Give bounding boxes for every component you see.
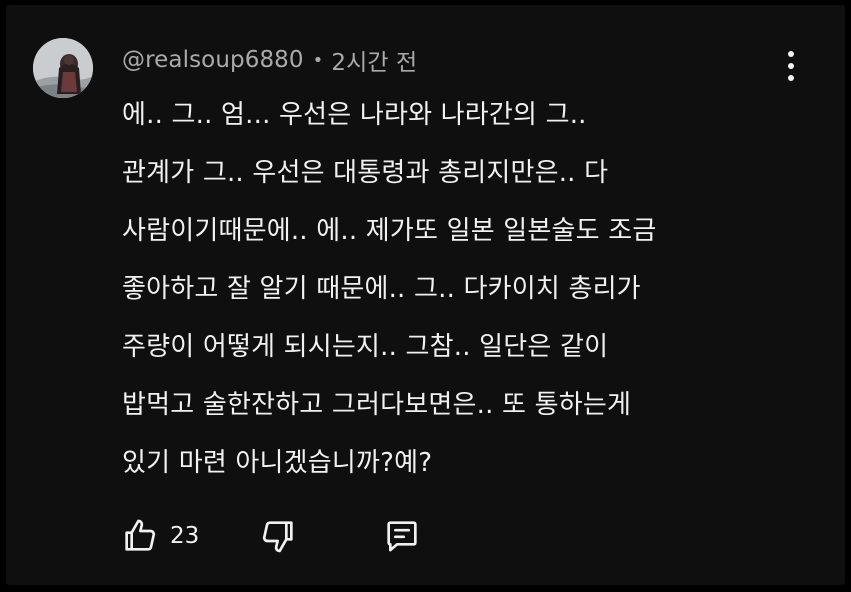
thumbs-up-icon xyxy=(125,519,156,551)
reply-button[interactable] xyxy=(380,514,424,558)
more-vert-icon xyxy=(788,51,794,57)
comment-line: 밥먹고 술한잔하고 그러다보면은.. 또 통하는게 xyxy=(122,390,632,420)
comment-header: @realsoup6880 • 2시간 전 xyxy=(122,42,417,78)
comment-line: 좋아하고 잘 알기 때문에.. 그.. 다카이치 총리가 xyxy=(122,274,641,304)
header-separator: • xyxy=(312,49,324,71)
more-vert-icon-dot xyxy=(788,75,794,81)
comment-timestamp[interactable]: 2시간 전 xyxy=(331,43,417,77)
like-count: 23 xyxy=(170,523,200,549)
comment-line: 사람이기때문에.. 에.. 제가또 일본 일본술도 조금 xyxy=(122,216,657,246)
thumbs-down-icon xyxy=(262,521,293,553)
comment-line: 있기 마련 아니겠습니까?예? xyxy=(122,448,433,478)
dislike-button[interactable] xyxy=(256,514,300,558)
avatar-image xyxy=(33,38,93,98)
reply-icon xyxy=(387,521,417,552)
author-handle[interactable]: @realsoup6880 xyxy=(122,47,304,73)
screen: @realsoup6880 • 2시간 전 에.. 그.. 엄... 우선은 나… xyxy=(0,0,851,592)
comment-body: 에.. 그.. 엄... 우선은 나라와 나라간의 그.. 관계가 그.. 우선… xyxy=(122,86,782,492)
like-button[interactable] xyxy=(118,514,162,558)
comment-line: 관계가 그.. 우선은 대통령과 총리지만은.. 다 xyxy=(122,158,609,188)
more-options-button[interactable] xyxy=(778,44,804,88)
comment-line: 주량이 어떻게 되시는지.. 그참.. 일단은 같이 xyxy=(122,332,609,362)
comment-line: 에.. 그.. 엄... 우선은 나라와 나라간의 그.. xyxy=(122,100,587,130)
more-vert-icon-dot xyxy=(788,63,794,69)
avatar[interactable] xyxy=(33,38,93,98)
